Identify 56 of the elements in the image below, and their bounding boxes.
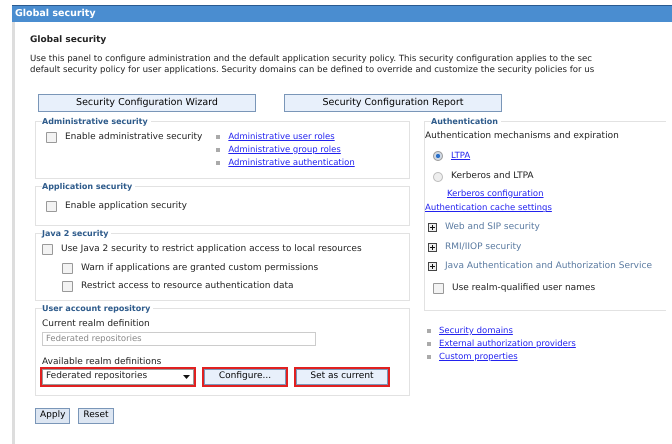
radio-button[interactable]: [433, 172, 443, 182]
checkbox[interactable]: [46, 132, 57, 144]
radio-button[interactable]: [433, 150, 443, 161]
section-toggle[interactable]: Web and SIP security: [445, 221, 540, 234]
group-legend: User account repository: [42, 303, 154, 315]
section-subtitle: Authentication mechanisms and expiration: [425, 130, 620, 143]
page-heading: Global security: [30, 34, 108, 48]
section-toggle[interactable]: RMI/IIOP security: [445, 240, 522, 254]
group-legend: Application security: [42, 181, 136, 193]
admin-link[interactable]: Administrative user roles: [228, 131, 335, 144]
action-button[interactable]: Set as current: [296, 369, 388, 385]
expand-icon[interactable]: [428, 242, 437, 252]
group-legend: Java 2 security: [42, 228, 112, 240]
checkbox-label: Restrict access to resource authentication data: [81, 280, 294, 293]
related-link[interactable]: Security domains: [439, 325, 513, 338]
action-button[interactable]: Configure...: [204, 369, 286, 385]
checkbox[interactable]: [433, 282, 444, 294]
description-text: Use this panel to configure administration and the default application security policy. This security configuration applies to the sec: [30, 54, 594, 65]
checkbox-label: Enable administrative security: [65, 131, 202, 144]
checkbox[interactable]: [42, 244, 53, 256]
admin-link[interactable]: Administrative authentication: [228, 156, 355, 170]
bullet-icon: [216, 135, 220, 140]
expand-icon[interactable]: [428, 223, 437, 232]
toolbar-button[interactable]: Security Configuration Wizard: [38, 94, 256, 112]
checkbox[interactable]: [62, 262, 73, 274]
checkbox-label: Warn if applications are granted custom permissions: [81, 262, 318, 274]
expand-icon[interactable]: [428, 262, 437, 272]
group-legend: Administrative security: [42, 116, 151, 128]
toolbar-button[interactable]: Security Configuration Report: [284, 94, 502, 112]
checkbox-label: Use realm-qualified user names: [452, 282, 596, 294]
field-label: Available realm definitions: [42, 356, 162, 368]
radio-label: Kerberos and LTPA: [451, 170, 534, 184]
bullet-icon: [427, 329, 431, 334]
bullet-icon: [427, 342, 431, 346]
related-link[interactable]: External authorization providers: [439, 338, 576, 350]
checkbox[interactable]: [46, 201, 57, 212]
description-text: default security policy for user applications. Security domains can be defined to override and customize the security policies for us: [30, 64, 596, 76]
field-label: Current realm definition: [42, 318, 151, 331]
window-title: Global security: [12, 5, 672, 22]
checkbox-label: Use Java 2 security to restrict application access to local resources: [61, 243, 362, 256]
ltpa-link[interactable]: LTPA: [451, 150, 470, 162]
bullet-icon: [216, 148, 220, 152]
bullet-icon: [427, 354, 431, 359]
caret-icon: [183, 375, 190, 379]
realm-field: Federated repositories: [42, 332, 316, 346]
admin-link[interactable]: Administrative group roles: [228, 144, 341, 156]
cache-link[interactable]: Authentication cache settings: [425, 202, 666, 215]
checkbox[interactable]: [62, 281, 73, 292]
form-button[interactable]: Reset: [78, 408, 114, 424]
related-link[interactable]: Custom properties: [439, 350, 518, 364]
kerberos-link[interactable]: Kerberos configuration: [447, 188, 544, 200]
bullet-icon: [216, 160, 220, 165]
section-toggle[interactable]: Java Authentication and Authorization Service: [445, 260, 652, 274]
realm-select[interactable]: Federated repositories: [42, 369, 194, 385]
form-button[interactable]: Apply: [35, 408, 70, 424]
checkbox-label: Enable application security: [65, 200, 187, 213]
